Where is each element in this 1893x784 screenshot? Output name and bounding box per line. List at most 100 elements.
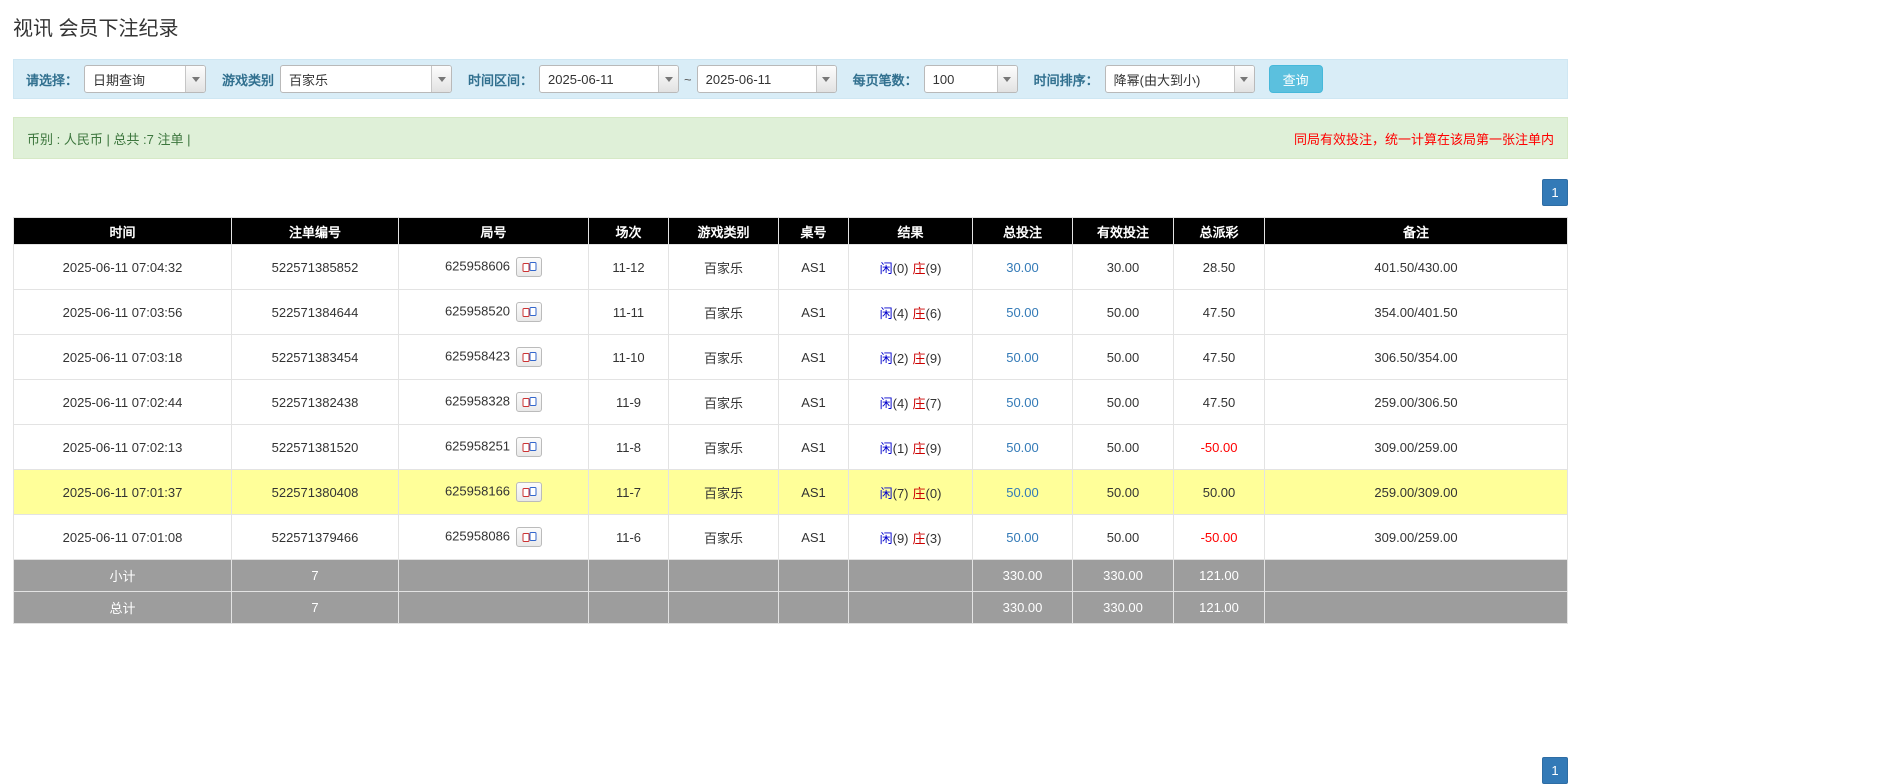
cell-round: 625958423 [399, 335, 589, 380]
footer-empty-cell [849, 560, 973, 592]
cell-valid-bet: 50.00 [1073, 425, 1174, 470]
round-number: 625958328 [445, 393, 510, 408]
cell-result: 闲(2)庄(9) [849, 335, 973, 380]
date-from-dropdown[interactable]: 2025-06-11 [539, 65, 679, 93]
result-banker-label: 庄 [913, 396, 926, 411]
payout-value: -50.00 [1174, 425, 1265, 470]
view-result-icon[interactable] [516, 437, 542, 457]
pagination-bottom: 1 [1542, 757, 1568, 784]
cell-bet-id: 522571381520 [232, 425, 399, 470]
page-1-button[interactable]: 1 [1542, 757, 1568, 784]
total-bet-link[interactable]: 50.00 [1006, 485, 1039, 500]
view-result-icon[interactable] [516, 392, 542, 412]
total-bet-link[interactable]: 50.00 [1006, 350, 1039, 365]
cell-valid-bet: 50.00 [1073, 380, 1174, 425]
cell-table: AS1 [779, 425, 849, 470]
filter-bar: 请选择： 日期查询 游戏类别 百家乐 时间区间： 2025-06-11 ~ 20… [13, 59, 1568, 99]
cell-round: 625958606 [399, 245, 589, 290]
game-type-value: 百家乐 [281, 66, 431, 92]
subtotal-label: 小计 [14, 560, 232, 592]
cell-round: 625958086 [399, 515, 589, 560]
cell-time: 2025-06-11 07:02:13 [14, 425, 232, 470]
table-row: 2025-06-11 07:01:37 522571380408 6259581… [14, 470, 1568, 515]
round-number: 625958086 [445, 528, 510, 543]
result-player-label: 闲 [880, 306, 893, 321]
cell-time: 2025-06-11 07:01:08 [14, 515, 232, 560]
round-number: 625958520 [445, 303, 510, 318]
page-size-value: 100 [925, 66, 997, 92]
cell-session: 11-10 [589, 335, 669, 380]
cell-result: 闲(4)庄(6) [849, 290, 973, 335]
result-player-label: 闲 [880, 486, 893, 501]
table-row: 2025-06-11 07:02:13 522571381520 6259582… [14, 425, 1568, 470]
result-banker-score: (6) [926, 306, 942, 321]
result-banker-score: (7) [926, 396, 942, 411]
cell-session: 11-7 [589, 470, 669, 515]
chevron-down-icon[interactable] [658, 66, 678, 92]
view-result-icon[interactable] [516, 482, 542, 502]
cell-total-bet: 50.00 [973, 335, 1073, 380]
payout-value: -50.00 [1174, 515, 1265, 560]
payout-value: 50.00 [1174, 470, 1265, 515]
total-bet-link[interactable]: 50.00 [1006, 440, 1039, 455]
cell-table: AS1 [779, 335, 849, 380]
chevron-down-icon[interactable] [431, 66, 451, 92]
date-to-dropdown[interactable]: 2025-06-11 [697, 65, 837, 93]
column-header-time: 时间 [14, 218, 232, 245]
cell-table: AS1 [779, 515, 849, 560]
grand-total-payout: 121.00 [1174, 592, 1265, 624]
round-number: 625958166 [445, 483, 510, 498]
page-content: 视讯 会员下注纪录 请选择： 日期查询 游戏类别 百家乐 时间区间： 2025-… [13, 0, 1568, 624]
column-header-bet-id: 注单编号 [232, 218, 399, 245]
cell-round: 625958520 [399, 290, 589, 335]
valid-bet-note: 同局有效投注，统一计算在该局第一张注单内 [1294, 129, 1554, 148]
game-type-dropdown[interactable]: 百家乐 [280, 65, 452, 93]
cell-total-bet: 50.00 [973, 515, 1073, 560]
total-bet-link[interactable]: 50.00 [1006, 305, 1039, 320]
subtotal-valid-bet: 330.00 [1073, 560, 1174, 592]
cell-result: 闲(0)庄(9) [849, 245, 973, 290]
cell-time: 2025-06-11 07:04:32 [14, 245, 232, 290]
cell-bet-id: 522571379466 [232, 515, 399, 560]
chevron-down-icon[interactable] [816, 66, 836, 92]
page-size-label: 每页笔数： [853, 70, 918, 89]
result-player-score: (1) [893, 441, 909, 456]
view-result-icon[interactable] [516, 347, 542, 367]
page-1-button[interactable]: 1 [1542, 179, 1568, 206]
chevron-down-icon[interactable] [1234, 66, 1254, 92]
round-number: 625958606 [445, 258, 510, 273]
view-result-icon[interactable] [516, 527, 542, 547]
cell-round: 625958166 [399, 470, 589, 515]
cell-session: 11-12 [589, 245, 669, 290]
table-row: 2025-06-11 07:03:56 522571384644 6259585… [14, 290, 1568, 335]
cell-round: 625958328 [399, 380, 589, 425]
chevron-down-icon[interactable] [185, 66, 205, 92]
view-result-icon[interactable] [516, 257, 542, 277]
total-bet-link[interactable]: 30.00 [1006, 260, 1039, 275]
search-button[interactable]: 查询 [1269, 65, 1323, 93]
result-banker-score: (9) [926, 261, 942, 276]
select-mode-dropdown[interactable]: 日期查询 [84, 65, 206, 93]
cell-time: 2025-06-11 07:03:18 [14, 335, 232, 380]
total-bet-link[interactable]: 50.00 [1006, 395, 1039, 410]
result-player-label: 闲 [880, 351, 893, 366]
column-header-table: 桌号 [779, 218, 849, 245]
payout-value: 28.50 [1174, 245, 1265, 290]
view-result-icon[interactable] [516, 302, 542, 322]
result-player-score: (7) [893, 486, 909, 501]
result-banker-score: (9) [926, 441, 942, 456]
bet-records-table: 时间 注单编号 局号 场次 游戏类别 桌号 结果 总投注 有效投注 总派彩 备注… [13, 217, 1568, 624]
grand-total-total-bet: 330.00 [973, 592, 1073, 624]
footer-empty-cell [1265, 592, 1568, 624]
currency-total-text: 币别 : 人民币 | 总共 :7 注单 | [27, 129, 191, 148]
sort-order-dropdown[interactable]: 降幂(由大到小) [1105, 65, 1255, 93]
cell-session: 11-8 [589, 425, 669, 470]
date-to-value: 2025-06-11 [698, 66, 816, 92]
cell-time: 2025-06-11 07:03:56 [14, 290, 232, 335]
page-size-dropdown[interactable]: 100 [924, 65, 1018, 93]
column-header-game-type: 游戏类别 [669, 218, 779, 245]
total-bet-link[interactable]: 50.00 [1006, 530, 1039, 545]
chevron-down-icon[interactable] [997, 66, 1017, 92]
grand-total-valid-bet: 330.00 [1073, 592, 1174, 624]
result-player-score: (4) [893, 396, 909, 411]
